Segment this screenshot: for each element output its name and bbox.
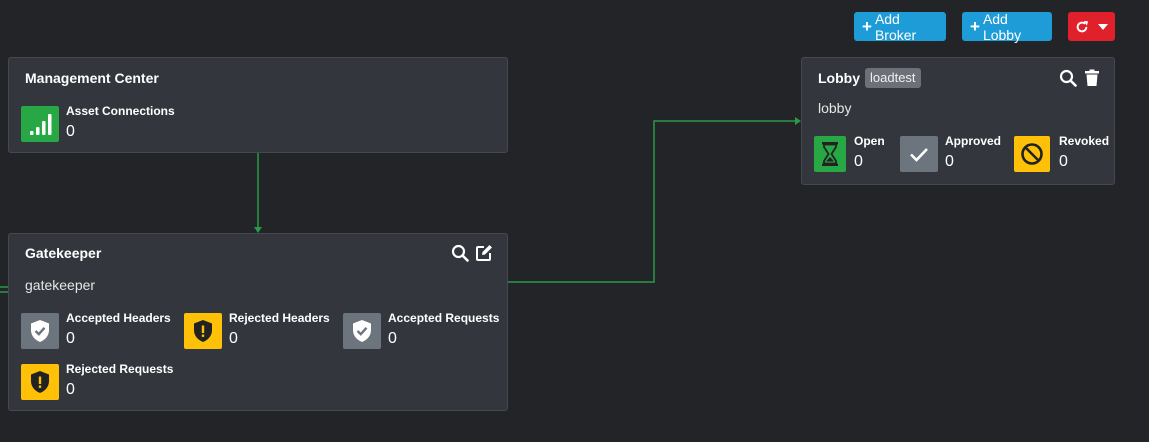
hourglass-icon	[814, 136, 846, 172]
stat-label: Approved	[945, 134, 1002, 148]
card-title: Management Center	[25, 70, 159, 86]
stat-label: Rejected Headers	[229, 311, 330, 325]
check-icon	[900, 136, 938, 172]
stat-value: 0	[388, 330, 397, 347]
stat-value: 0	[229, 330, 238, 347]
stat-label: Rejected Requests	[66, 362, 174, 376]
add-lobby-button[interactable]: + Add Lobby	[962, 10, 1052, 43]
stat-value: 0	[66, 381, 75, 398]
gatekeeper-card[interactable]: Gatekeeper gatekeeper Accepted Headers 0…	[8, 233, 508, 411]
connector-gatekeeper-to-lobby	[508, 120, 796, 283]
caret-down-icon	[1098, 23, 1108, 30]
stat-label: Asset Connections	[66, 104, 175, 118]
stat-value: 0	[854, 153, 863, 170]
stat-label: Accepted Requests	[388, 311, 500, 325]
card-title: Gatekeeper	[25, 245, 102, 261]
lobby-badge: loadtest	[865, 68, 921, 88]
search-icon[interactable]	[1059, 69, 1077, 87]
card-title: Lobby	[818, 70, 860, 86]
refresh-icon	[1076, 20, 1089, 32]
trash-icon[interactable]	[1083, 69, 1101, 87]
search-icon[interactable]	[451, 244, 469, 262]
stat-value: 0	[945, 153, 954, 170]
add-broker-label: Add Broker	[874, 10, 917, 43]
refresh-dropdown-button[interactable]	[1068, 12, 1115, 41]
stat-label: Revoked	[1059, 134, 1110, 148]
stat-label: Accepted Headers	[66, 311, 171, 325]
shield-check-icon	[21, 313, 59, 349]
plus-icon: +	[970, 17, 980, 36]
management-center-card[interactable]: Management Center Asset Connections 0	[8, 57, 508, 153]
shield-check-icon	[343, 313, 381, 349]
card-subtitle: gatekeeper	[25, 277, 96, 293]
stat-value: 0	[66, 330, 75, 347]
shield-alert-icon	[21, 364, 59, 400]
stat-value: 0	[66, 123, 75, 140]
plus-icon: +	[862, 17, 872, 36]
edit-icon[interactable]	[475, 244, 493, 262]
add-lobby-label: Add Lobby	[982, 10, 1022, 43]
card-subtitle: lobby	[818, 100, 852, 116]
lobby-card[interactable]: Lobby loadtest lobby Open 0 Approved 0 R…	[801, 57, 1115, 185]
stat-value: 0	[1059, 153, 1068, 170]
stat-label: Open	[854, 134, 885, 148]
shield-alert-icon	[184, 313, 222, 349]
add-broker-button[interactable]: + Add Broker	[854, 10, 946, 43]
ban-icon	[1014, 136, 1050, 172]
signal-bars-icon	[21, 106, 59, 142]
